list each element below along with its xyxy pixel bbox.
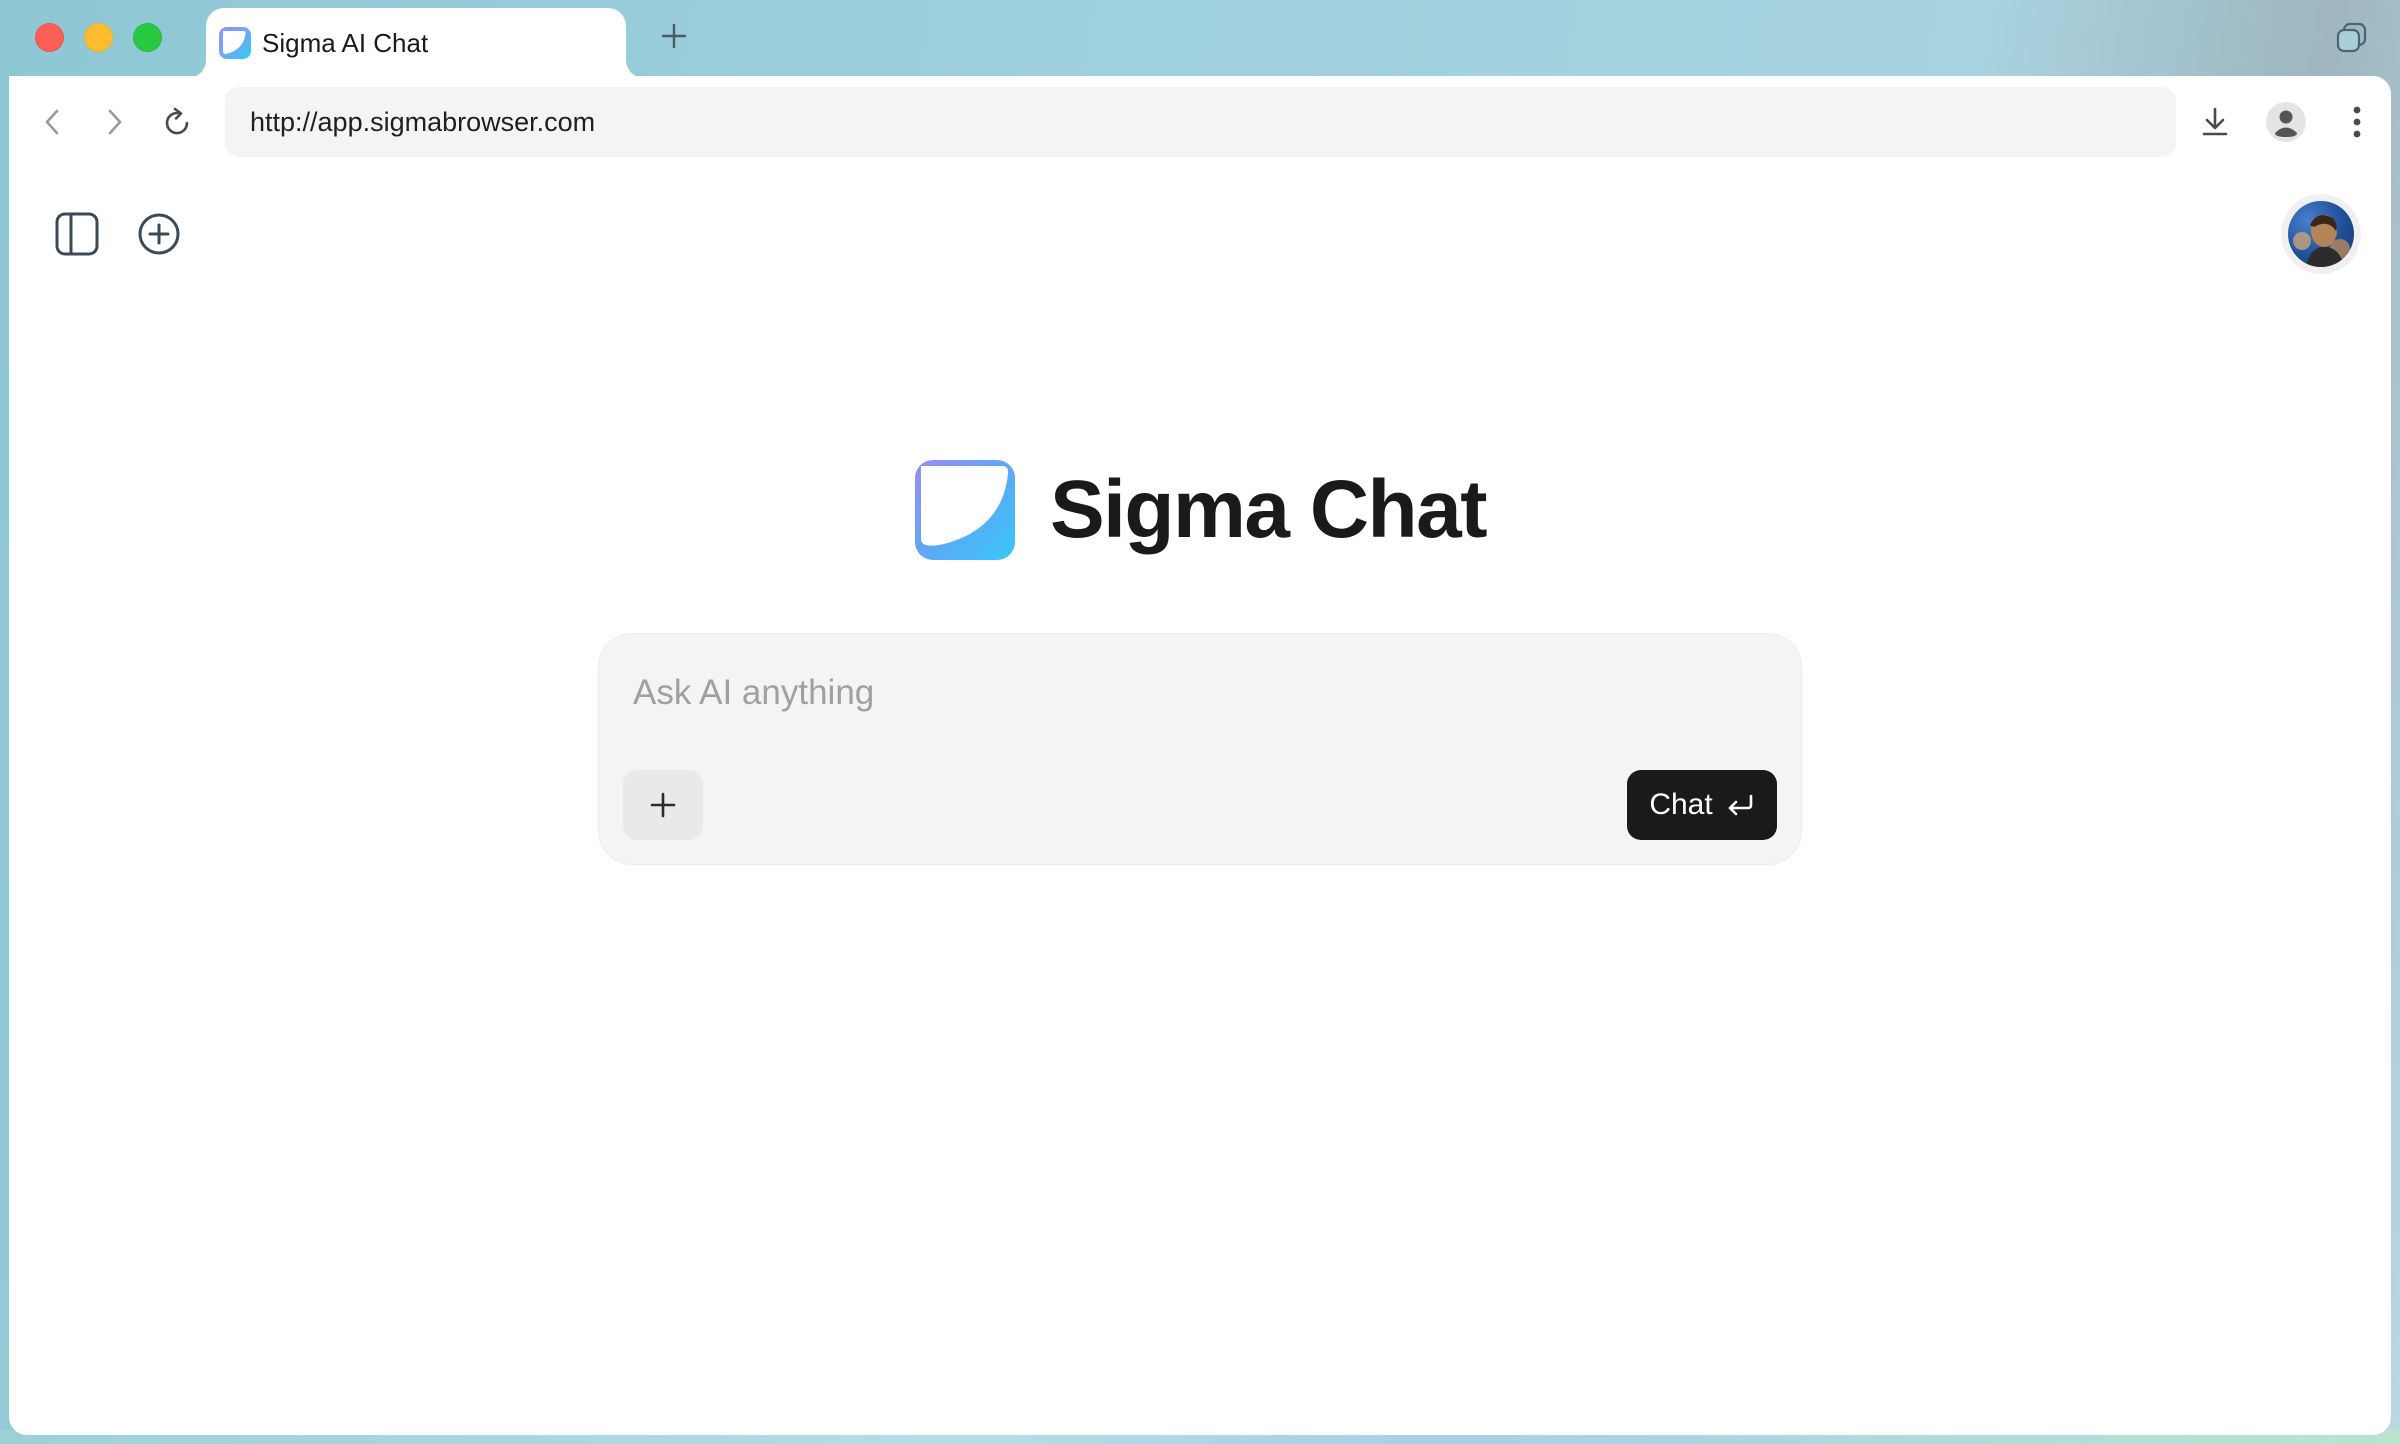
- profile-icon: [2266, 102, 2306, 142]
- chat-composer: Chat: [598, 633, 1802, 865]
- url-text[interactable]: http://app.sigmabrowser.com: [250, 107, 595, 138]
- sidebar-toggle-icon: [55, 212, 99, 256]
- browser-toolbar: http://app.sigmabrowser.com: [9, 76, 2391, 166]
- new-chat-button[interactable]: [131, 206, 187, 262]
- sigma-logo-icon: [914, 459, 1016, 561]
- forward-button[interactable]: [92, 100, 136, 144]
- back-button[interactable]: [31, 100, 75, 144]
- plus-icon: [650, 792, 676, 818]
- chat-submit-button[interactable]: Chat: [1627, 770, 1777, 840]
- download-button[interactable]: [2193, 100, 2237, 144]
- address-bar[interactable]: http://app.sigmabrowser.com: [225, 87, 2176, 157]
- reload-icon: [165, 107, 189, 135]
- minimize-window-button[interactable]: [84, 23, 113, 52]
- sigma-logo-icon: [218, 26, 252, 60]
- profile-button[interactable]: [2264, 100, 2308, 144]
- chat-input[interactable]: [631, 672, 1735, 714]
- more-menu-button[interactable]: [2335, 100, 2379, 144]
- new-tab-button[interactable]: [656, 18, 692, 54]
- reload-button[interactable]: [155, 100, 199, 144]
- page-title: Sigma Chat: [1049, 464, 1488, 555]
- hero-header: Sigma Chat: [9, 459, 2391, 561]
- sidebar-toggle-button[interactable]: [49, 206, 105, 262]
- avatar: [2288, 201, 2354, 267]
- download-icon: [2202, 107, 2228, 136]
- browser-tab-active[interactable]: Sigma AI Chat: [206, 8, 626, 78]
- more-vert-icon: [2353, 106, 2361, 138]
- tab-overview-icon[interactable]: [2332, 18, 2372, 58]
- back-icon: [45, 109, 59, 135]
- maximize-window-button[interactable]: [133, 23, 162, 52]
- browser-window: http://app.sigmabrowser.com Sigma Chat A…: [9, 76, 2391, 1435]
- tab-title: Sigma AI Chat: [262, 27, 429, 58]
- plus-icon: [661, 23, 687, 49]
- attach-button[interactable]: [623, 770, 703, 840]
- new-chat-icon: [138, 213, 180, 255]
- enter-icon: [1725, 791, 1755, 819]
- close-window-button[interactable]: [35, 23, 64, 52]
- chat-submit-label: Chat: [1649, 788, 1713, 821]
- forward-icon: [108, 109, 122, 135]
- user-avatar-button[interactable]: [2281, 194, 2361, 274]
